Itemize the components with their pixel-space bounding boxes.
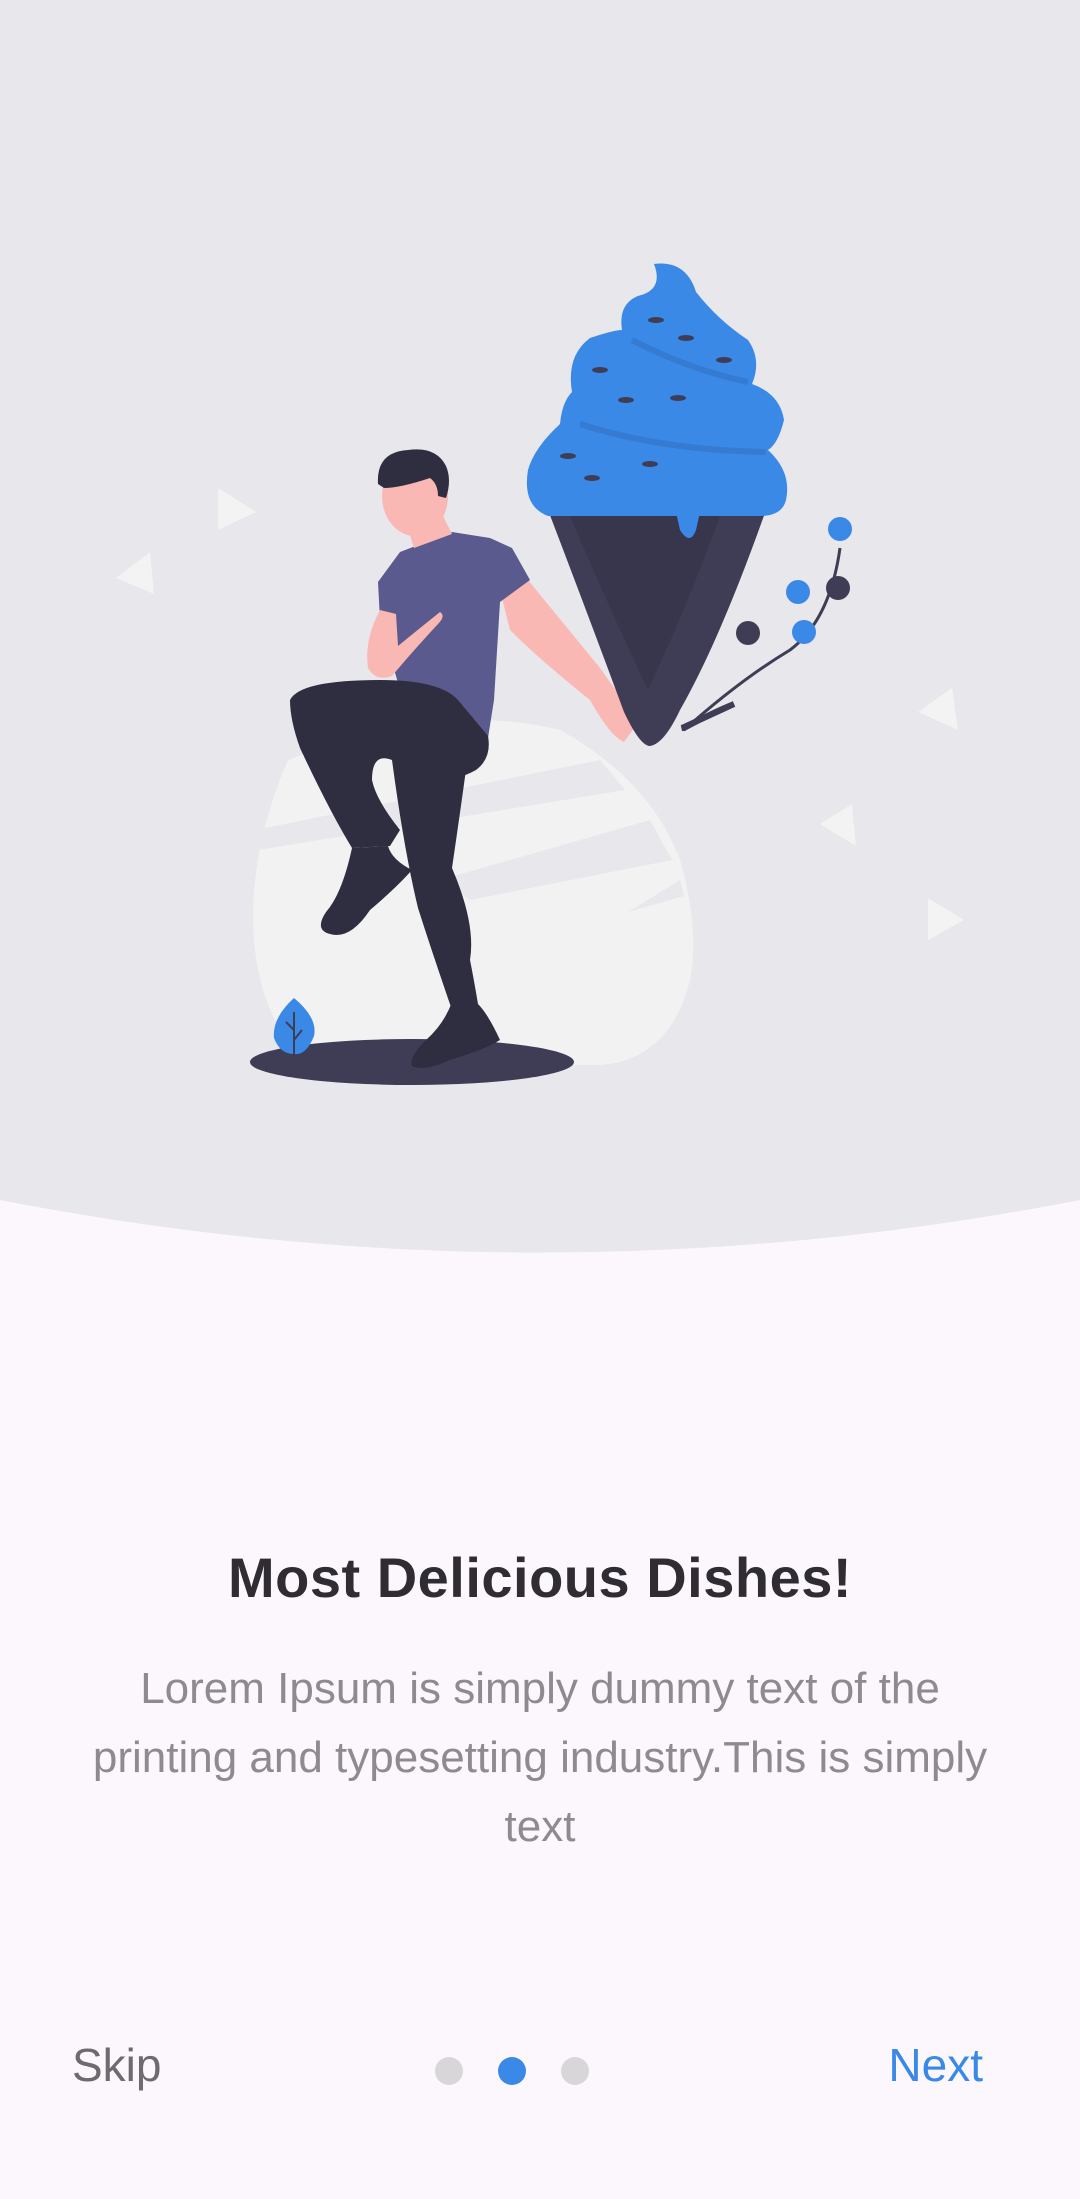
page-dot-1[interactable] (435, 2057, 463, 2085)
page-description: Lorem Ipsum is simply dummy text of the … (92, 1664, 988, 1851)
skip-button[interactable]: Skip (72, 2038, 161, 2092)
person-with-ice-cream-illustration (0, 0, 1080, 1253)
page-title: Most Delicious Dishes! (227, 1546, 853, 1609)
onboarding-navigation: Skip Next (0, 2030, 1080, 2110)
hero-section (0, 0, 1080, 1260)
page-dot-3[interactable] (561, 2057, 589, 2085)
onboarding-screen: Most Delicious Dishes! Lorem Ipsum is si… (0, 0, 1080, 2199)
next-button[interactable]: Next (888, 2038, 983, 2092)
page-indicator (435, 2057, 595, 2085)
page-dot-2-active[interactable] (498, 2057, 526, 2085)
